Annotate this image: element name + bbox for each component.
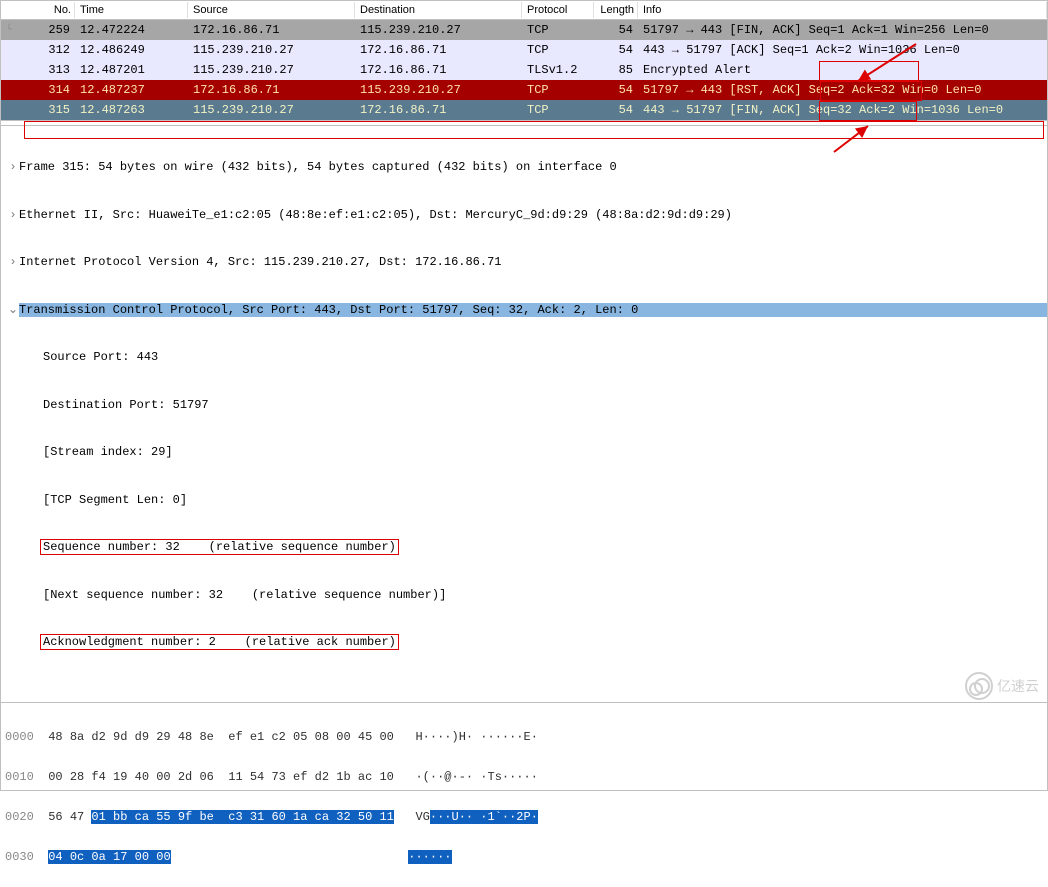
detail-ethernet[interactable]: ›Ethernet II, Src: HuaweiTe_e1:c2:05 (48… xyxy=(3,206,1045,226)
cell-dst: 115.239.210.27 xyxy=(355,21,522,39)
cell-dst: 172.16.86.71 xyxy=(355,61,522,79)
watermark-text: 亿速云 xyxy=(997,676,1039,696)
detail-ip[interactable]: ›Internet Protocol Version 4, Src: 115.2… xyxy=(3,253,1045,273)
cell-info: Encrypted Alert xyxy=(638,61,1047,79)
cell-info: 443 → 51797 [ACK] Seq=1 Ack=2 Win=1036 L… xyxy=(638,41,1047,59)
col-header-destination[interactable]: Destination xyxy=(355,2,522,18)
detail-tcp-selected[interactable]: ⌄Transmission Control Protocol, Src Port… xyxy=(3,301,1045,321)
detail-next-seq[interactable]: [Next sequence number: 32 (relative sequ… xyxy=(3,586,1045,606)
hex-bytes: 56 47 xyxy=(34,810,92,824)
watermark-logo: 亿速云 xyxy=(965,672,1039,700)
cell-dst: 172.16.86.71 xyxy=(355,41,522,59)
watermark-icon xyxy=(965,672,993,700)
cell-proto: TCP xyxy=(522,21,594,39)
hex-ascii-selected: ···U·· ·1`··2P· xyxy=(430,810,538,824)
cell-no: 312 xyxy=(1,41,75,59)
detail-frame[interactable]: ›Frame 315: 54 bytes on wire (432 bits),… xyxy=(3,158,1045,178)
hex-offset: 0000 xyxy=(5,730,34,744)
detail-ack-number[interactable]: Acknowledgment number: 2 (relative ack n… xyxy=(3,633,1045,653)
hex-ascii-selected: ······ xyxy=(408,850,451,864)
cell-proto: TCP xyxy=(522,41,594,59)
hex-ascii: ·(··@·-· ·Ts····· xyxy=(415,770,537,784)
expand-icon[interactable]: › xyxy=(7,253,19,273)
detail-stream-index[interactable]: [Stream index: 29] xyxy=(3,443,1045,463)
cell-src: 115.239.210.27 xyxy=(188,101,355,119)
detail-sequence-number[interactable]: Sequence number: 32 (relative sequence n… xyxy=(3,538,1045,558)
hex-bytes-selected: 01 bb ca 55 9f be c3 31 60 1a ca 32 50 1… xyxy=(91,810,393,824)
packet-row[interactable]: 313 12.487201 115.239.210.27 172.16.86.7… xyxy=(1,60,1047,80)
hex-offset: 0030 xyxy=(5,850,34,864)
packet-row[interactable]: 314 12.487237 172.16.86.71 115.239.210.2… xyxy=(1,80,1047,100)
cell-dst: 172.16.86.71 xyxy=(355,101,522,119)
hex-ascii: VG xyxy=(394,810,430,824)
cell-time: 12.487237 xyxy=(75,81,188,99)
cell-dst: 115.239.210.27 xyxy=(355,81,522,99)
hex-ascii: H····)H· ······E· xyxy=(415,730,537,744)
cell-len: 54 xyxy=(594,81,638,99)
cell-len: 54 xyxy=(594,21,638,39)
hex-row[interactable]: 0020 56 47 01 bb ca 55 9f be c3 31 60 1a… xyxy=(5,807,1043,827)
cell-src: 172.16.86.71 xyxy=(188,21,355,39)
cell-len: 54 xyxy=(594,41,638,59)
hex-bytes: 00 28 f4 19 40 00 2d 06 11 54 73 ef d2 1… xyxy=(34,770,416,784)
col-header-no[interactable]: No. xyxy=(1,2,75,18)
cell-time: 12.487201 xyxy=(75,61,188,79)
hex-row[interactable]: 0010 00 28 f4 19 40 00 2d 06 11 54 73 ef… xyxy=(5,767,1043,787)
col-header-source[interactable]: Source xyxy=(188,2,355,18)
cell-no: 314 xyxy=(1,81,75,99)
packet-list-header: No. Time Source Destination Protocol Len… xyxy=(1,1,1047,20)
packet-details-pane[interactable]: ›Frame 315: 54 bytes on wire (432 bits),… xyxy=(1,126,1047,676)
hex-offset: 0010 xyxy=(5,770,34,784)
cell-info: 51797 → 443 [FIN, ACK] Seq=1 Ack=1 Win=2… xyxy=(638,21,1047,39)
hex-row[interactable]: 0000 48 8a d2 9d d9 29 48 8e ef e1 c2 05… xyxy=(5,727,1043,747)
hex-dump-pane[interactable]: 0000 48 8a d2 9d d9 29 48 8e ef e1 c2 05… xyxy=(1,702,1047,790)
related-marker-icon: └ xyxy=(6,25,12,36)
cell-time: 12.472224 xyxy=(75,21,188,39)
cell-src: 115.239.210.27 xyxy=(188,61,355,79)
hex-bytes-selected: 04 0c 0a 17 00 00 xyxy=(48,850,170,864)
cell-proto: TCP xyxy=(522,101,594,119)
expand-icon[interactable]: › xyxy=(7,158,19,178)
packet-row-selected[interactable]: 315 12.487263 115.239.210.27 172.16.86.7… xyxy=(1,100,1047,120)
expand-icon[interactable]: › xyxy=(7,206,19,226)
packet-row[interactable]: 312 12.486249 115.239.210.27 172.16.86.7… xyxy=(1,40,1047,60)
col-header-time[interactable]: Time xyxy=(75,2,188,18)
cell-time: 12.486249 xyxy=(75,41,188,59)
cell-no: 259 xyxy=(1,21,75,39)
cell-src: 115.239.210.27 xyxy=(188,41,355,59)
cell-no: 313 xyxy=(1,61,75,79)
cell-no: 315 xyxy=(1,101,75,119)
packet-list-pane[interactable]: No. Time Source Destination Protocol Len… xyxy=(1,1,1047,120)
col-header-info[interactable]: Info xyxy=(638,2,1047,18)
cell-info: 443 → 51797 [FIN, ACK] Seq=32 Ack=2 Win=… xyxy=(638,101,1047,119)
detail-dst-port[interactable]: Destination Port: 51797 xyxy=(3,396,1045,416)
cell-len: 85 xyxy=(594,61,638,79)
hex-bytes: 48 8a d2 9d d9 29 48 8e ef e1 c2 05 08 0… xyxy=(34,730,416,744)
packet-row[interactable]: └ 259 12.472224 172.16.86.71 115.239.210… xyxy=(1,20,1047,40)
col-header-length[interactable]: Length xyxy=(594,2,638,18)
cell-src: 172.16.86.71 xyxy=(188,81,355,99)
cell-len: 54 xyxy=(594,101,638,119)
cell-proto: TCP xyxy=(522,81,594,99)
hex-row[interactable]: 0030 04 0c 0a 17 00 00 ······ xyxy=(5,847,1043,867)
cell-info: 51797 → 443 [RST, ACK] Seq=2 Ack=32 Win=… xyxy=(638,81,1047,99)
hex-offset: 0020 xyxy=(5,810,34,824)
cell-proto: TLSv1.2 xyxy=(522,61,594,79)
detail-src-port[interactable]: Source Port: 443 xyxy=(3,348,1045,368)
detail-segment-len[interactable]: [TCP Segment Len: 0] xyxy=(3,491,1045,511)
cell-time: 12.487263 xyxy=(75,101,188,119)
col-header-protocol[interactable]: Protocol xyxy=(522,2,594,18)
collapse-icon[interactable]: ⌄ xyxy=(7,301,19,321)
